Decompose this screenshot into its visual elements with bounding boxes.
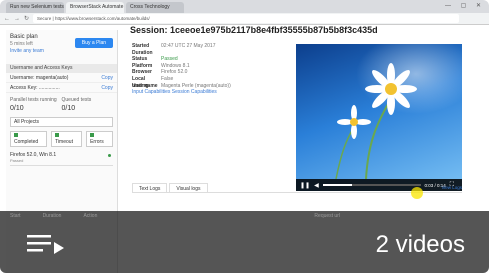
status-filters: Completed Timeout Errors — [6, 130, 117, 148]
detail-row: Input Capabilities Session Capabilities — [132, 89, 302, 96]
detail-value: Magenta Perle (magenta(auto)) — [161, 82, 231, 89]
access-key-row: Access Key: ............... Copy — [6, 83, 117, 93]
detail-value: Firefox 52.0 — [161, 69, 188, 76]
session-item-status: Passed — [10, 158, 24, 163]
detail-row: Browser Firefox 52.0 — [132, 69, 302, 76]
invite-link[interactable]: Invite any team — [10, 48, 113, 54]
parallel-label: Parallel tests running — [10, 97, 57, 103]
username-row: Username: magenta(auto) Copy — [6, 73, 117, 83]
detail-key: User name — [132, 82, 158, 89]
filter-label: Errors — [90, 139, 104, 145]
username-label: Username: magenta(auto) — [10, 75, 69, 81]
session-details: Started 02:47 UTC 27 May 2017 Duration St… — [132, 43, 302, 96]
parallel-stat: Parallel tests running 0/10 — [10, 97, 62, 112]
detail-key: Platform — [132, 62, 153, 69]
access-keys-heading: Username and Access Keys — [6, 64, 117, 73]
projects-dropdown[interactable]: All Projects — [10, 117, 113, 127]
detail-row: Duration — [132, 50, 302, 57]
detail-value: Passed — [161, 56, 178, 63]
checkbox-icon — [14, 133, 18, 137]
browser-tab[interactable]: Cross Technology — [126, 2, 184, 13]
tab-visual-logs[interactable]: Visual logs — [169, 183, 208, 192]
reload-icon[interactable]: ↻ — [24, 15, 29, 22]
detail-row: Platform Windows 8.1 — [132, 63, 302, 70]
detail-row: User name Magenta Perle (magenta(auto)) — [132, 83, 302, 90]
window-controls[interactable]: — ▢ ✕ — [445, 2, 485, 9]
queued-stat: Queued tests 0/10 — [62, 97, 114, 112]
filter-completed[interactable]: Completed — [10, 131, 48, 147]
mouse-cursor-highlight — [411, 187, 423, 199]
parallel-value: 0/10 — [10, 105, 24, 112]
detail-key: Started — [132, 43, 150, 49]
screen: Run new Selenium tests BrowserStack Auto… — [0, 0, 489, 273]
flower-image — [335, 44, 462, 180]
browser-tabbar: Run new Selenium tests BrowserStack Auto… — [0, 0, 489, 13]
back-icon[interactable]: ← — [4, 16, 10, 22]
filter-label: Timeout — [55, 139, 73, 145]
detail-row: Status Passed — [132, 56, 302, 63]
buy-plan-button[interactable]: Buy a Plan — [75, 38, 113, 48]
detail-key: Duration — [132, 49, 153, 56]
video-count-label: 2 videos — [375, 231, 465, 258]
tab-text-logs[interactable]: Text Logs — [132, 183, 168, 192]
queued-label: Queued tests — [61, 97, 92, 103]
filter-timeout[interactable]: Timeout — [51, 131, 83, 147]
address-bar: ← → ↻ Secure | https://www.browserstack.… — [0, 13, 489, 25]
detail-key: Browser — [132, 69, 153, 76]
copy-access-key-button[interactable]: Copy — [101, 83, 113, 92]
status-dot-icon — [108, 154, 111, 157]
log-table-header: Start Duration Action Request url — [10, 211, 340, 219]
detail-value: Windows 8.1 — [161, 62, 190, 69]
column-header: Request url — [314, 213, 340, 219]
queued-value: 0/10 — [61, 105, 76, 112]
capabilities-links[interactable]: Input Capabilities Session Capabilities — [132, 89, 217, 96]
checkbox-icon — [90, 133, 95, 137]
column-header: Start — [10, 213, 21, 219]
detail-value: False — [161, 75, 174, 82]
checkbox-icon — [55, 133, 60, 137]
status-value: Passed — [161, 56, 178, 63]
view-logs-link[interactable]: View Logs — [441, 183, 462, 193]
detail-key: Local testing — [132, 75, 149, 89]
detail-row: Started 02:47 UTC 27 May 2017 — [132, 43, 302, 50]
column-header: Duration — [42, 213, 62, 219]
parallel-stats: Parallel tests running 0/10 Queued tests… — [6, 93, 117, 114]
detail-key: Status — [132, 56, 148, 63]
access-key-label: Access Key: ............... — [10, 85, 60, 91]
plan-box: Basic plan 5 mins left Invite any team B… — [6, 30, 117, 64]
filter-errors[interactable]: Errors — [86, 131, 113, 147]
forward-icon[interactable]: → — [14, 16, 20, 22]
session-list-item[interactable]: Firefox 52.0, Win 8.1 Passed — [10, 152, 113, 166]
browser-tab[interactable]: Run new Selenium tests — [6, 2, 64, 13]
session-title: Session: 1ceeoe1e975b2117b8e4fbf35555b87… — [130, 25, 378, 35]
url-field[interactable]: Secure | https://www.browserstack.com/au… — [33, 14, 459, 23]
column-header: Action — [83, 213, 98, 219]
session-video[interactable]: ❚❚ ◀ 0:03 / 0:14 ⛶ — [296, 44, 462, 191]
browser-tab-active[interactable]: BrowserStack Automate — [66, 2, 124, 13]
playlist-icon[interactable] — [27, 233, 67, 255]
detail-value: 02:47 UTC 27 May 2017 — [161, 43, 216, 49]
filter-label: Completed — [14, 139, 39, 145]
copy-username-button[interactable]: Copy — [101, 73, 113, 82]
video-overlay[interactable]: Start Duration Action Request url 2 vide… — [0, 211, 489, 273]
detail-row: Local testing False — [132, 75, 302, 89]
